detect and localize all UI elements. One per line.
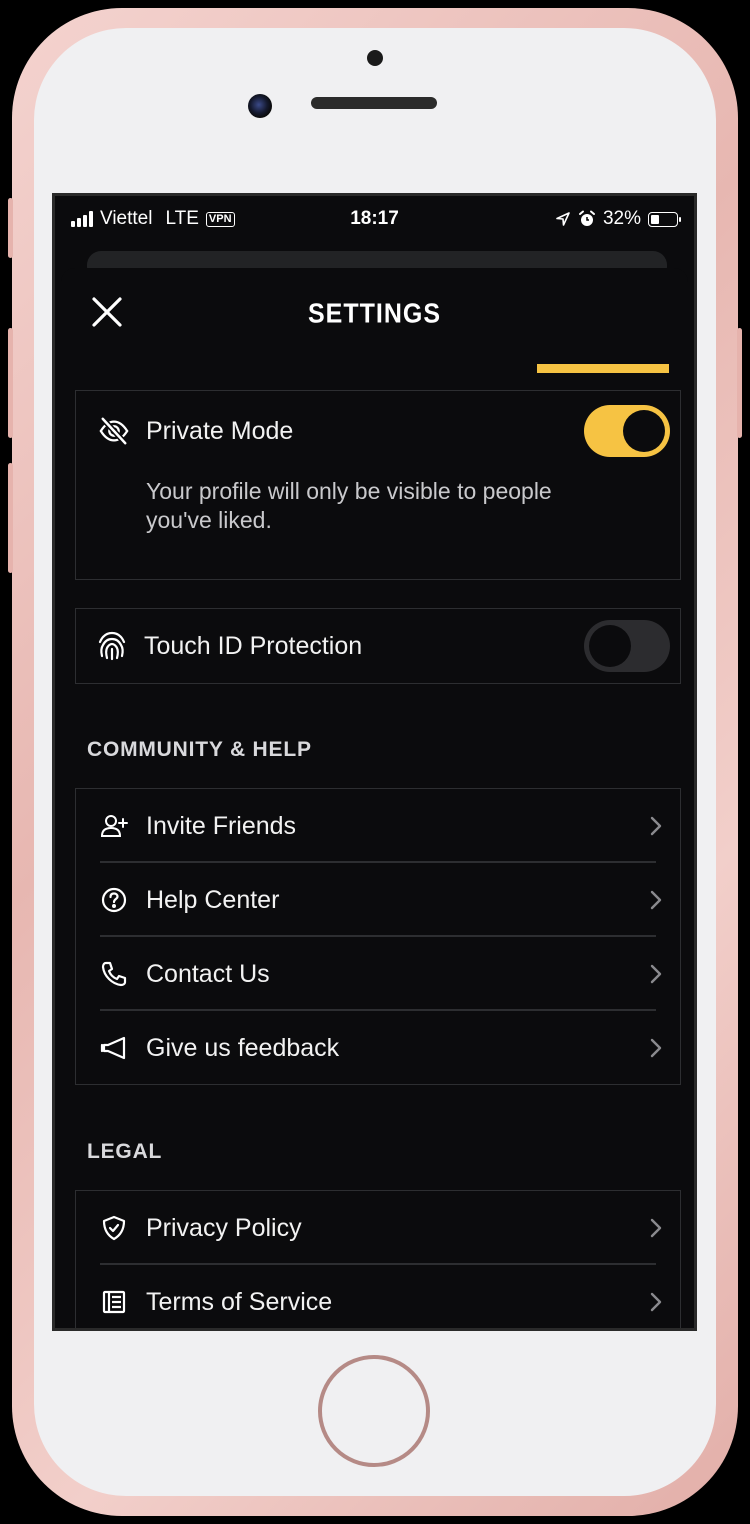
chevron-right-icon	[650, 816, 662, 836]
home-button[interactable]	[318, 1355, 430, 1467]
proximity-sensor	[367, 50, 383, 66]
fingerprint-icon	[96, 630, 128, 662]
list-item-invite-friends[interactable]: Invite Friends	[76, 793, 680, 859]
touch-id-row[interactable]: Touch ID Protection	[76, 614, 680, 678]
alarm-icon	[578, 210, 595, 226]
question-icon	[98, 884, 130, 916]
private-mode-toggle[interactable]	[584, 405, 670, 457]
volume-down-button	[8, 463, 13, 573]
document-icon	[98, 1286, 130, 1318]
chevron-right-icon	[650, 964, 662, 984]
private-mode-card: Private Mode Your profile will only be v…	[75, 390, 681, 580]
screen: Viettel LTE VPN 18:17 32% SETTINGS Priva…	[52, 193, 697, 1331]
eye-slash-icon	[98, 415, 130, 447]
list-item-terms-of-service[interactable]: Terms of Service	[76, 1269, 680, 1328]
invite-friends-label: Invite Friends	[146, 811, 297, 840]
give-feedback-label: Give us feedback	[146, 1033, 340, 1062]
battery-percent: 32%	[602, 208, 641, 229]
chevron-right-icon	[650, 890, 662, 910]
battery-icon	[648, 211, 681, 227]
shield-icon	[98, 1212, 130, 1244]
page-title: SETTINGS	[307, 298, 441, 330]
chevron-right-icon	[650, 1292, 662, 1312]
earpiece-speaker	[311, 97, 437, 109]
list-item-give-feedback[interactable]: Give us feedback	[76, 1015, 680, 1081]
divider	[100, 935, 656, 937]
list-item-help-center[interactable]: Help Center	[76, 867, 680, 933]
add-user-icon	[98, 810, 130, 842]
divider	[100, 1263, 656, 1265]
section-title-legal: LEGAL	[87, 1140, 163, 1163]
private-mode-row[interactable]: Private Mode	[76, 399, 680, 463]
private-mode-label: Private Mode	[146, 416, 294, 445]
chevron-right-icon	[650, 1218, 662, 1238]
chevron-right-icon	[650, 1038, 662, 1058]
contact-us-label: Contact Us	[146, 959, 270, 988]
divider	[100, 1009, 656, 1011]
active-tab-indicator	[537, 364, 669, 373]
header: SETTINGS	[61, 268, 688, 358]
mute-switch	[8, 198, 13, 258]
touch-id-label: Touch ID Protection	[144, 631, 363, 660]
power-button	[737, 328, 742, 438]
list-item-privacy-policy[interactable]: Privacy Policy	[76, 1195, 680, 1261]
settings-sheet: SETTINGS Private Mode Your profile will …	[61, 268, 688, 1328]
phone-icon	[98, 958, 130, 990]
touch-id-card: Touch ID Protection	[75, 608, 681, 684]
divider	[100, 861, 656, 863]
privacy-policy-label: Privacy Policy	[146, 1213, 302, 1242]
front-camera	[248, 94, 272, 118]
help-center-label: Help Center	[146, 885, 280, 914]
status-bar: Viettel LTE VPN 18:17 32%	[55, 196, 694, 244]
volume-up-button	[8, 328, 13, 438]
community-card: Invite Friends Help Center Contact Us Gi…	[75, 788, 681, 1085]
private-mode-description: Your profile will only be visible to peo…	[146, 478, 552, 533]
list-item-contact-us[interactable]: Contact Us	[76, 941, 680, 1007]
terms-of-service-label: Terms of Service	[146, 1287, 333, 1316]
section-title-community: COMMUNITY & HELP	[87, 738, 312, 761]
touch-id-toggle[interactable]	[584, 620, 670, 672]
location-icon	[556, 212, 570, 226]
megaphone-icon	[98, 1032, 130, 1064]
legal-card: Privacy Policy Terms of Service	[75, 1190, 681, 1328]
